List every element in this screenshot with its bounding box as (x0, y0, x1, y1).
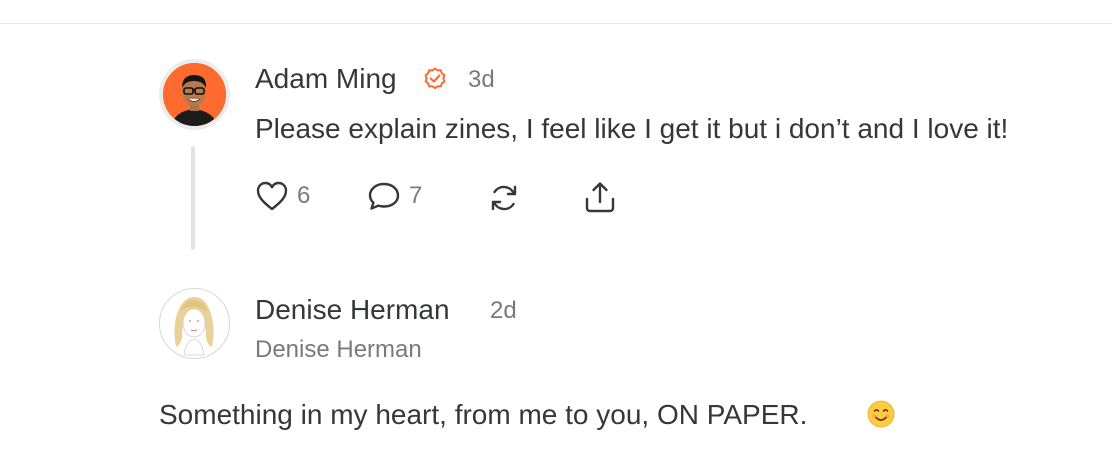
like-count: 6 (297, 182, 311, 209)
smiling-face-icon (867, 400, 895, 428)
share-icon (585, 182, 615, 213)
reply-count: 7 (409, 182, 423, 209)
reply-button[interactable]: 7 (367, 180, 422, 212)
comment-icon (368, 182, 400, 210)
avatar[interactable] (159, 59, 230, 130)
verified-badge-icon (424, 67, 446, 90)
restack-button[interactable] (487, 182, 521, 214)
comment-author[interactable]: Adam Ming (255, 63, 397, 95)
comment-timestamp[interactable]: 3d (468, 66, 495, 94)
comment-timestamp[interactable]: 2d (490, 297, 517, 325)
like-button[interactable]: 6 (255, 180, 310, 212)
adam-avatar-image (163, 63, 226, 126)
comment-body: Please explain zines, I feel like I get … (255, 113, 1009, 144)
top-divider (0, 23, 1112, 24)
share-button[interactable] (583, 180, 617, 214)
avatar[interactable] (159, 288, 230, 359)
heart-icon (256, 181, 288, 211)
restack-icon (491, 185, 517, 211)
comment-body: Something in my heart, from me to you, O… (159, 399, 808, 430)
denise-avatar-image (160, 289, 228, 357)
thread-connector (191, 146, 195, 250)
author-subtitle: Denise Herman (255, 336, 422, 363)
comment-author[interactable]: Denise Herman (255, 294, 450, 326)
